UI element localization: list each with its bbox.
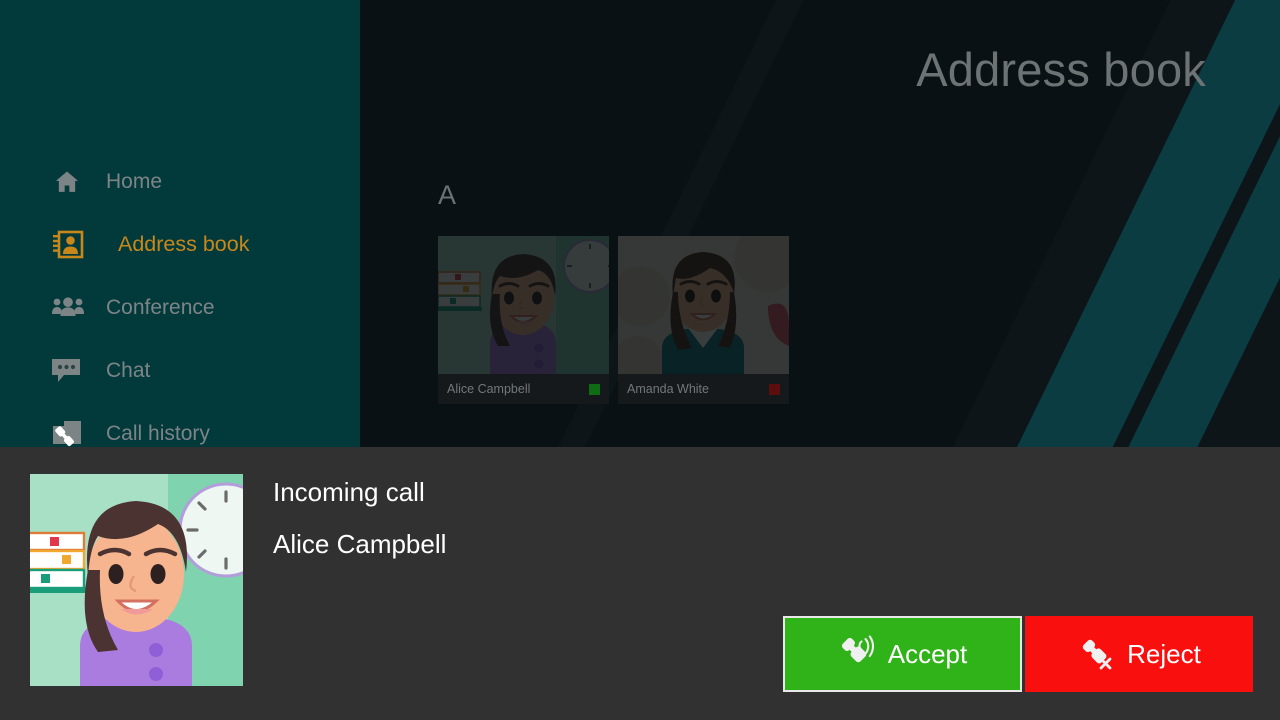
amanda-illustration [618,236,789,374]
call-action-buttons: Accept Reject [783,616,1253,692]
sidebar-item-label: Chat [106,359,151,382]
accept-call-button[interactable]: Accept [783,616,1022,692]
contact-photo-alice-campbell [438,236,609,374]
status-badge-offline [769,383,780,395]
contact-card-footer: Alice Campbell [438,374,609,404]
sidebar-item-label: Call history [106,422,210,445]
call-info: Incoming call Alice Campbell [273,479,446,557]
sidebar-item-label: Home [106,170,163,193]
accept-button-label: Accept [887,639,968,669]
contact-photo-amanda-white [618,236,789,374]
incoming-call-caller-name: Alice Campbell [273,529,447,559]
contact-card-amanda-white[interactable]: Amanda White [618,236,789,404]
caller-avatar [30,474,243,686]
page-title: Address book [916,43,1206,96]
sidebar-nav-list: Home Address book Conference Chat Call h… [0,150,360,447]
sidebar: Home Address book Conference Chat Call h… [0,0,360,447]
alice-illustration [438,236,609,374]
phone-decline-icon [1077,634,1117,674]
chat-icon [52,355,90,387]
video-conference-app: Address book A Alice Campbell Amanda Whi… [0,0,1280,720]
sidebar-item-call-history[interactable]: Call history [0,402,360,447]
reject-call-button[interactable]: Reject [1025,616,1253,692]
section-letter-a: A [438,180,457,210]
alice-campbell-avatar-illustration [30,474,243,686]
contact-name: Alice Campbell [447,382,531,396]
contact-card-footer: Amanda White [618,374,789,404]
incoming-call-heading: Incoming call [273,477,425,507]
contact-name: Amanda White [627,382,709,396]
contact-card-alice-campbell[interactable]: Alice Campbell [438,236,609,404]
home-icon [52,166,90,198]
status-badge-online [589,383,600,395]
sidebar-item-address-book[interactable]: Address book [0,213,360,276]
conference-icon [52,292,90,324]
sidebar-item-label: Address book [118,231,250,256]
sidebar-item-home[interactable]: Home [0,150,360,213]
sidebar-item-conference[interactable]: Conference [0,276,360,339]
sidebar-item-label: Conference [106,296,215,319]
sidebar-item-chat[interactable]: Chat [0,339,360,402]
reject-button-label: Reject [1127,639,1201,669]
call-history-icon [52,418,90,448]
address-book-icon [52,229,90,261]
contact-card-list: Alice Campbell Amanda White [438,236,789,404]
phone-incoming-icon [838,634,878,674]
